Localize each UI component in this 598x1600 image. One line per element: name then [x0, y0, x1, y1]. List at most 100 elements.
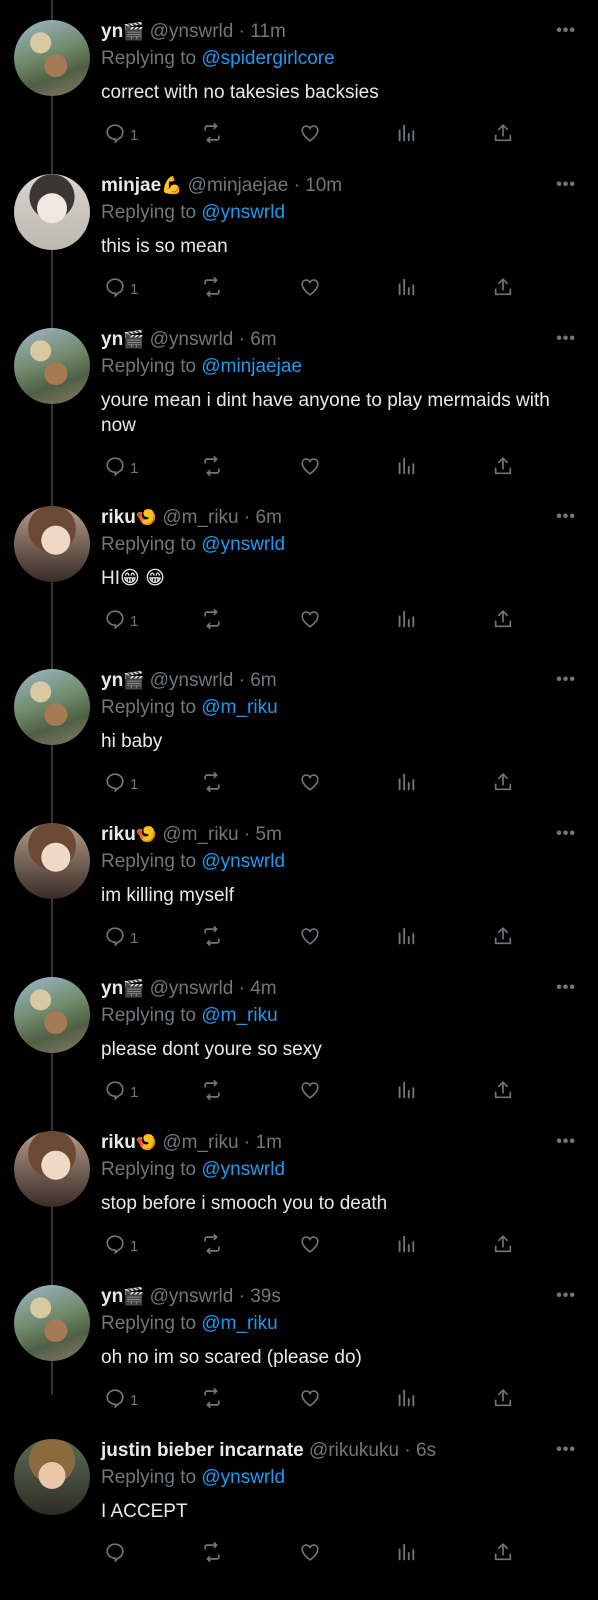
retweet-button[interactable] [201, 122, 223, 147]
like-button[interactable] [299, 926, 321, 950]
avatar[interactable] [14, 1439, 90, 1515]
share-button[interactable] [492, 1080, 514, 1104]
more-options-icon[interactable]: ••• [556, 330, 576, 348]
reply-button[interactable]: 1 [104, 456, 138, 480]
more-options-icon[interactable]: ••• [556, 671, 576, 689]
views-button[interactable] [395, 1388, 417, 1412]
timestamp[interactable]: 6s [416, 1440, 436, 1461]
replying-to-mention[interactable]: @m_riku [201, 1313, 277, 1334]
retweet-button[interactable] [201, 925, 223, 950]
display-name[interactable]: riku [101, 507, 136, 528]
user-handle[interactable]: @rikukuku [309, 1440, 399, 1461]
timestamp[interactable]: 6m [250, 329, 276, 350]
views-button[interactable] [395, 772, 417, 796]
replying-to-mention[interactable]: @m_riku [201, 1005, 277, 1026]
share-button[interactable] [492, 1234, 514, 1258]
retweet-button[interactable] [201, 1541, 223, 1566]
timestamp[interactable]: 6m [250, 670, 276, 691]
timestamp[interactable]: 1m [256, 1132, 282, 1153]
retweet-button[interactable] [201, 608, 223, 633]
user-handle[interactable]: @ynswrld [150, 21, 234, 42]
replying-to-mention[interactable]: @spidergirlcore [201, 48, 334, 69]
reply-button[interactable]: 1 [104, 1234, 138, 1258]
retweet-button[interactable] [201, 1387, 223, 1412]
avatar[interactable] [14, 328, 90, 404]
like-button[interactable] [299, 277, 321, 301]
display-name[interactable]: riku [101, 824, 136, 845]
share-button[interactable] [492, 772, 514, 796]
more-options-icon[interactable]: ••• [556, 508, 576, 526]
views-button[interactable] [395, 277, 417, 301]
retweet-button[interactable] [201, 1233, 223, 1258]
avatar[interactable] [14, 823, 90, 899]
timestamp[interactable]: 10m [305, 175, 342, 196]
replying-to-mention[interactable]: @ynswrld [201, 202, 285, 223]
like-button[interactable] [299, 609, 321, 633]
like-button[interactable] [299, 1234, 321, 1258]
user-handle[interactable]: @ynswrld [150, 978, 234, 999]
like-button[interactable] [299, 1388, 321, 1412]
more-options-icon[interactable]: ••• [556, 1133, 576, 1151]
share-button[interactable] [492, 1542, 514, 1566]
timestamp[interactable]: 39s [250, 1286, 281, 1307]
user-handle[interactable]: @m_riku [162, 1132, 238, 1153]
more-options-icon[interactable]: ••• [556, 22, 576, 40]
reply-button[interactable]: 1 [104, 772, 138, 796]
like-button[interactable] [299, 123, 321, 147]
views-button[interactable] [395, 1234, 417, 1258]
more-options-icon[interactable]: ••• [556, 1441, 576, 1459]
share-button[interactable] [492, 1388, 514, 1412]
share-button[interactable] [492, 609, 514, 633]
views-button[interactable] [395, 926, 417, 950]
user-handle[interactable]: @m_riku [162, 824, 238, 845]
share-button[interactable] [492, 926, 514, 950]
avatar[interactable] [14, 669, 90, 745]
user-handle[interactable]: @ynswrld [150, 329, 234, 350]
like-button[interactable] [299, 1542, 321, 1566]
replying-to-mention[interactable]: @m_riku [201, 697, 277, 718]
like-button[interactable] [299, 1080, 321, 1104]
views-button[interactable] [395, 456, 417, 480]
retweet-button[interactable] [201, 771, 223, 796]
retweet-button[interactable] [201, 276, 223, 301]
avatar[interactable] [14, 174, 90, 250]
user-handle[interactable]: @ynswrld [150, 670, 234, 691]
reply-button[interactable] [104, 1542, 130, 1566]
display-name[interactable]: justin bieber incarnate [101, 1440, 304, 1461]
more-options-icon[interactable]: ••• [556, 1287, 576, 1305]
reply-button[interactable]: 1 [104, 609, 138, 633]
avatar[interactable] [14, 977, 90, 1053]
like-button[interactable] [299, 456, 321, 480]
display-name[interactable]: minjae [101, 175, 161, 196]
display-name[interactable]: yn [101, 329, 123, 350]
retweet-button[interactable] [201, 455, 223, 480]
timestamp[interactable]: 5m [256, 824, 282, 845]
reply-button[interactable]: 1 [104, 123, 138, 147]
reply-button[interactable]: 1 [104, 277, 138, 301]
views-button[interactable] [395, 1542, 417, 1566]
reply-button[interactable]: 1 [104, 926, 138, 950]
reply-button[interactable]: 1 [104, 1388, 138, 1412]
replying-to-mention[interactable]: @ynswrld [201, 1467, 285, 1488]
avatar[interactable] [14, 1285, 90, 1361]
share-button[interactable] [492, 456, 514, 480]
replying-to-mention[interactable]: @minjaejae [201, 356, 302, 377]
display-name[interactable]: yn [101, 978, 123, 999]
avatar[interactable] [14, 506, 90, 582]
more-options-icon[interactable]: ••• [556, 176, 576, 194]
timestamp[interactable]: 6m [256, 507, 282, 528]
display-name[interactable]: yn [101, 21, 123, 42]
user-handle[interactable]: @ynswrld [150, 1286, 234, 1307]
display-name[interactable]: yn [101, 670, 123, 691]
more-options-icon[interactable]: ••• [556, 979, 576, 997]
share-button[interactable] [492, 277, 514, 301]
timestamp[interactable]: 11m [250, 21, 286, 42]
more-options-icon[interactable]: ••• [556, 825, 576, 843]
display-name[interactable]: riku [101, 1132, 136, 1153]
replying-to-mention[interactable]: @ynswrld [201, 534, 285, 555]
avatar[interactable] [14, 20, 90, 96]
views-button[interactable] [395, 609, 417, 633]
share-button[interactable] [492, 123, 514, 147]
retweet-button[interactable] [201, 1079, 223, 1104]
avatar[interactable] [14, 1131, 90, 1207]
